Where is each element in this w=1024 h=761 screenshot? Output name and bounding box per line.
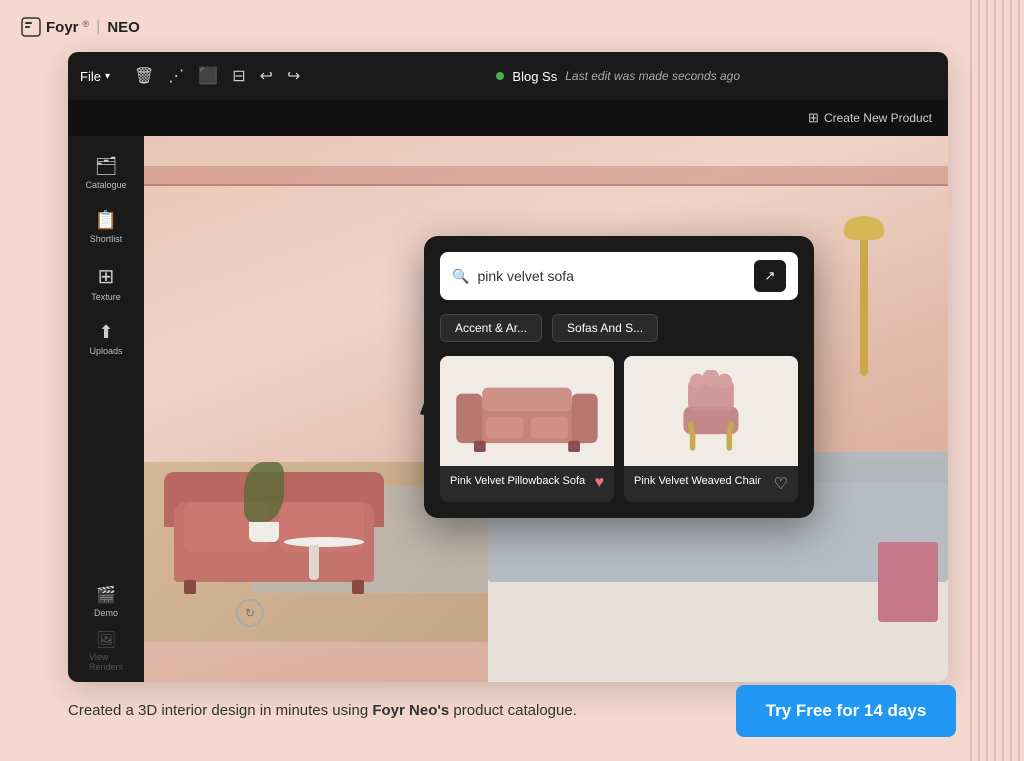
- logo-brand: Foyr: [46, 19, 79, 36]
- bottom-section: Created a 3D interior design in minutes …: [0, 661, 1024, 761]
- like-button-chair[interactable]: ♡: [774, 474, 788, 494]
- bottom-text-prefix: Created a 3D interior design in minutes …: [68, 702, 372, 719]
- toolbar-left: File ▾ 🗑 ⋰ ⬛ ⊟ ↩ ↪: [80, 66, 300, 86]
- result-card-sofa[interactable]: Pink Velvet Pillowback Sofa ♥: [440, 356, 614, 502]
- layers-icon[interactable]: ⬛: [198, 66, 218, 86]
- sofa-product-image: [453, 370, 601, 453]
- sidebar-item-shortlist[interactable]: 📋 Shortlist: [68, 202, 144, 252]
- search-query-text: pink velvet sofa: [477, 268, 746, 284]
- table-top: [284, 537, 364, 547]
- plant-pot: [249, 522, 279, 542]
- toolbar-icons: 🗑 ⋰ ⬛ ⊟ ↩ ↪: [134, 66, 300, 86]
- redo-icon[interactable]: ↪: [287, 66, 300, 86]
- sidebar: 🗂 Catalogue 📋 Shortlist ⊞ Texture ⬆ Uplo…: [68, 136, 144, 682]
- toolbar-center: Blog Ss Last edit was made seconds ago: [300, 69, 936, 84]
- grid-icon[interactable]: ⊟: [232, 66, 245, 86]
- plant-leaves: [244, 462, 284, 522]
- search-expand-button[interactable]: ↗: [754, 260, 786, 292]
- result-name-sofa: Pink Velvet Pillowback Sofa: [450, 474, 591, 489]
- search-popup: 🔍 pink velvet sofa ↗ Accent & Ar... Sofa…: [424, 236, 814, 518]
- file-menu[interactable]: File ▾: [80, 69, 110, 84]
- file-chevron-icon: ▾: [105, 71, 110, 82]
- last-edit-text: Last edit was made seconds ago: [565, 69, 740, 83]
- catalogue-icon: 🗂: [95, 156, 118, 177]
- create-product-label: Create New Product: [824, 111, 932, 125]
- bottom-description: Created a 3D interior design in minutes …: [68, 699, 716, 722]
- logo-sup: ®: [83, 19, 90, 29]
- filter-accent[interactable]: Accent & Ar...: [440, 314, 542, 342]
- plant-illustration: [234, 462, 294, 542]
- bottom-text-suffix: product catalogue.: [449, 702, 577, 719]
- chair-product-image: [637, 370, 785, 453]
- view-renders-button[interactable]: 🖼 ViewRenders: [89, 630, 123, 672]
- toolbar: File ▾ 🗑 ⋰ ⬛ ⊟ ↩ ↪ Blog Ss Last edit was…: [68, 52, 948, 100]
- sidebar-item-uploads[interactable]: ⬆ Uploads: [68, 314, 144, 364]
- view-renders-label: ViewRenders: [89, 652, 123, 672]
- lamp-shade: [844, 216, 884, 240]
- sidebar-item-catalogue[interactable]: 🗂 Catalogue: [68, 148, 144, 198]
- shortlist-label: Shortlist: [90, 234, 123, 244]
- logo-bar: Foyr ® | NEO: [20, 16, 140, 38]
- result-card-chair[interactable]: Pink Velvet Weaved Chair ♡: [624, 356, 798, 502]
- sidebar-item-texture[interactable]: ⊞ Texture: [68, 256, 144, 310]
- result-name-chair: Pink Velvet Weaved Chair: [634, 474, 770, 489]
- wall-decoration-strip: [144, 166, 948, 186]
- refresh-icon: ↻: [245, 606, 255, 620]
- view-renders-icon: 🖼: [96, 630, 116, 650]
- undo-icon[interactable]: ↩: [260, 66, 273, 86]
- search-results: Pink Velvet Pillowback Sofa ♥: [440, 356, 798, 502]
- project-name: Blog Ss: [512, 69, 557, 84]
- search-filters: Accent & Ar... Sofas And S...: [440, 314, 798, 342]
- toolbar2: ⊞ Create New Product: [68, 100, 948, 136]
- table-illustration: [274, 537, 374, 597]
- sidebar-bottom: 🎬 Demo 🖼 ViewRenders: [68, 577, 144, 672]
- result-info-sofa: Pink Velvet Pillowback Sofa ♥: [440, 466, 614, 500]
- bottom-text-bold: Foyr Neo's: [372, 702, 449, 719]
- canvas-area[interactable]: ↗ 🔍 pink velvet sofa ↗ Accent & Ar... So…: [144, 136, 948, 682]
- brush-icon[interactable]: ⋰: [168, 66, 184, 86]
- filter-sofas[interactable]: Sofas And S...: [552, 314, 658, 342]
- sofa-leg-left: [184, 580, 196, 594]
- result-image-chair: [624, 356, 798, 466]
- create-product-button[interactable]: ⊞ Create New Product: [808, 110, 932, 126]
- like-button-sofa[interactable]: ♥: [595, 474, 605, 492]
- nightstand: [878, 542, 938, 622]
- demo-label: Demo: [94, 608, 118, 618]
- search-icon: 🔍: [452, 268, 469, 285]
- uploads-label: Uploads: [89, 346, 122, 356]
- table-leg: [309, 545, 319, 580]
- texture-icon: ⊞: [98, 264, 115, 289]
- refresh-button[interactable]: ↻: [236, 599, 264, 627]
- logo-product: NEO: [107, 19, 140, 36]
- search-bar[interactable]: 🔍 pink velvet sofa ↗: [440, 252, 798, 300]
- foyr-logo-icon: [20, 16, 42, 38]
- demo-icon: 🎬: [96, 585, 116, 605]
- uploads-icon: ⬆: [98, 322, 113, 343]
- logo-divider: |: [96, 18, 100, 36]
- sidebar-item-demo[interactable]: 🎬 Demo: [68, 577, 144, 626]
- create-product-icon: ⊞: [808, 110, 819, 126]
- file-label: File: [80, 69, 101, 84]
- cta-button[interactable]: Try Free for 14 days: [736, 685, 956, 737]
- online-indicator: [496, 72, 504, 80]
- result-image-sofa: [440, 356, 614, 466]
- result-info-chair: Pink Velvet Weaved Chair ♡: [624, 466, 798, 502]
- texture-label: Texture: [91, 292, 121, 302]
- expand-icon: ↗: [765, 268, 776, 284]
- shortlist-icon: 📋: [95, 210, 117, 231]
- trash-icon[interactable]: 🗑: [134, 66, 154, 86]
- app-screenshot: File ▾ 🗑 ⋰ ⬛ ⊟ ↩ ↪ Blog Ss Last edit was…: [68, 52, 948, 682]
- catalogue-label: Catalogue: [85, 180, 126, 190]
- lamp: [860, 236, 868, 376]
